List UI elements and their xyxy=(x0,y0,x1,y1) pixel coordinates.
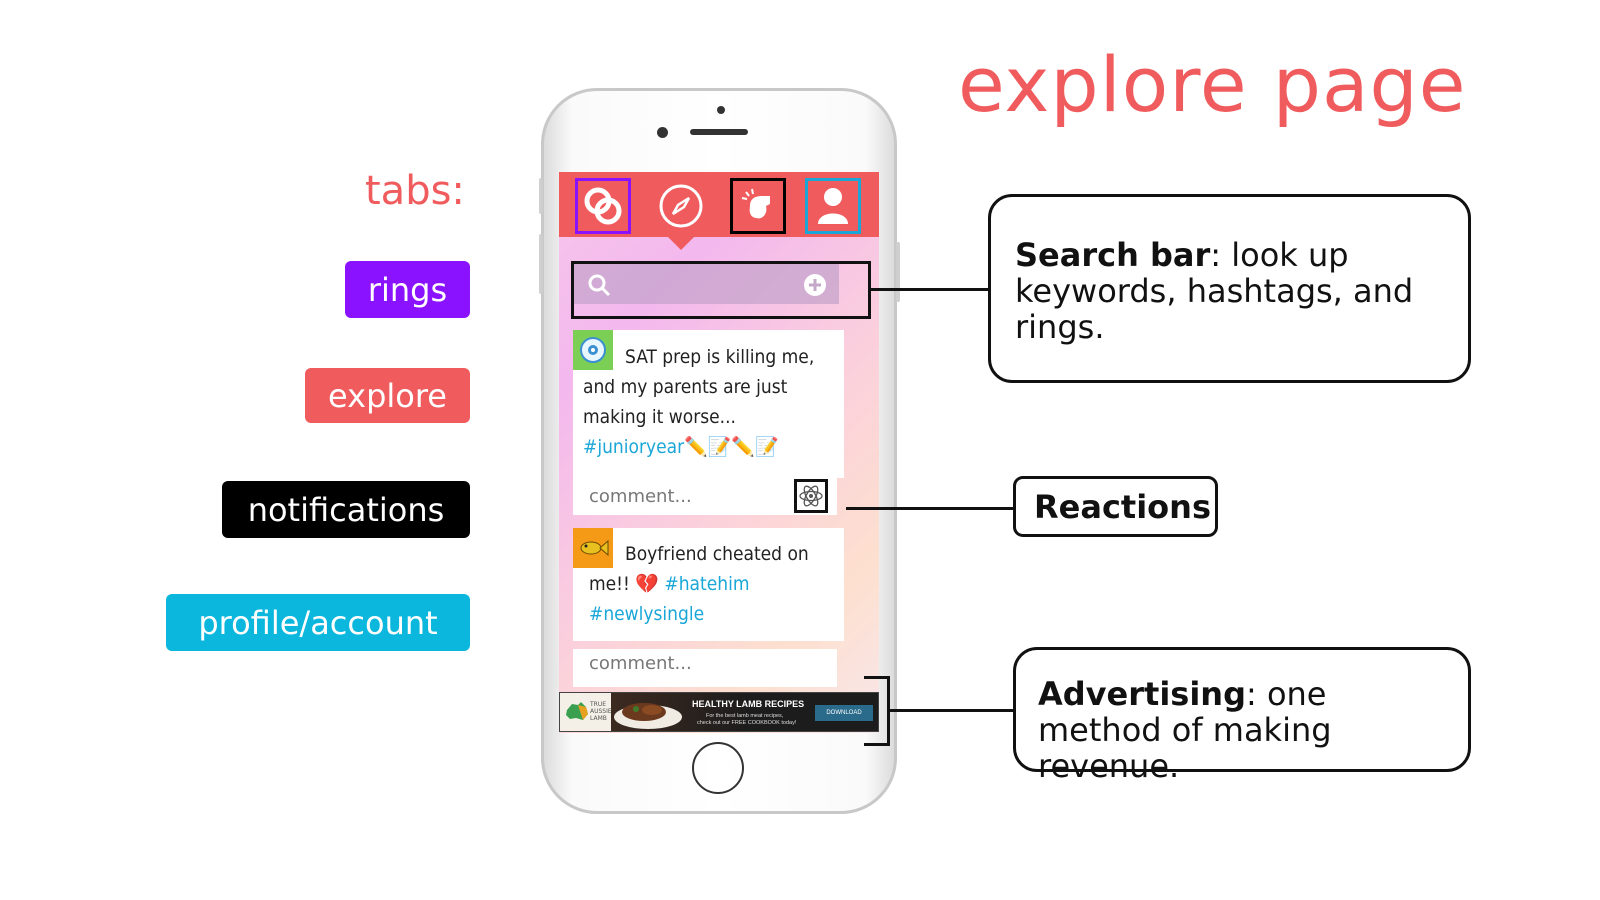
post-text: and my parents are just xyxy=(583,376,788,398)
post-text: me!! 💔 xyxy=(589,573,665,595)
hashtag-link[interactable]: #newlysingle xyxy=(589,603,704,625)
compass-icon xyxy=(659,184,703,228)
profile-icon xyxy=(818,188,848,224)
ad-headline: HEALTHY LAMB RECIPES xyxy=(692,699,805,709)
phone-side-button xyxy=(539,234,543,294)
phone-sensor xyxy=(717,106,725,114)
post-emoji: ✏️📝✏️📝 xyxy=(684,436,779,458)
connector-line xyxy=(846,507,1014,510)
comment-placeholder: comment... xyxy=(589,485,692,507)
tab-bar xyxy=(559,172,879,237)
reactions-callout: Reactions xyxy=(1013,476,1218,537)
post-hashtag-line: #junioryear✏️📝✏️📝 xyxy=(583,432,779,462)
phone-camera xyxy=(657,127,668,138)
phone-speaker xyxy=(690,129,748,135)
advertising-callout: Advertising: one method of making revenu… xyxy=(1013,647,1471,784)
post-hashtag-line: #newlysingle xyxy=(589,599,704,629)
tab-notifications[interactable] xyxy=(730,178,786,234)
callout-bold: Search bar xyxy=(1015,236,1211,274)
whistle-icon xyxy=(741,188,770,219)
comment-input[interactable]: comment... xyxy=(573,649,837,687)
rings-icon xyxy=(584,187,622,225)
comment-placeholder: comment... xyxy=(589,653,692,674)
ad-brand: TRUE AUSSIE LAMB xyxy=(590,701,612,722)
fish-avatar xyxy=(573,528,613,568)
ad-subline: check out our FREE COOKBOOK today! xyxy=(697,720,797,726)
atom-icon xyxy=(799,485,823,507)
search-bar-callout: Search bar: look up keywords, hashtags, … xyxy=(988,194,1471,383)
active-tab-indicator xyxy=(667,236,695,250)
food-image xyxy=(614,703,682,729)
ad-bracket xyxy=(864,743,890,746)
hashtag-link[interactable]: #hatehim xyxy=(664,573,749,595)
tab-explore[interactable] xyxy=(653,178,709,234)
tab-rings[interactable] xyxy=(575,178,631,234)
ad-subline: For the best lamb meat recipes, xyxy=(706,713,784,719)
legend-rings: rings xyxy=(345,261,470,318)
phone-side-button xyxy=(539,178,543,214)
australia-map-icon xyxy=(566,702,588,720)
connector-line xyxy=(890,709,1014,712)
post-text-line: me!! 💔 #hatehim xyxy=(589,569,749,599)
reactions-button[interactable] xyxy=(794,479,828,513)
home-button[interactable] xyxy=(692,742,744,794)
legend-profile-account: profile/account xyxy=(166,594,470,651)
phone-side-button xyxy=(896,242,900,302)
ad-banner[interactable]: TRUE AUSSIE LAMB HEALTHY LAMB RECIPES Fo… xyxy=(559,692,879,732)
legend-explore: explore xyxy=(305,368,470,423)
legend-notifications: notifications xyxy=(222,481,470,538)
ad-download-button[interactable]: DOWNLOAD xyxy=(815,705,873,721)
callout-bold: Reactions xyxy=(1034,487,1211,526)
post-text: Boyfriend cheated on xyxy=(625,543,809,565)
search-highlight xyxy=(571,261,871,319)
page-title: explore page xyxy=(958,40,1467,129)
post-text: SAT prep is killing me, xyxy=(625,346,815,368)
connector-line xyxy=(871,288,989,291)
hashtag-link[interactable]: #junioryear xyxy=(583,436,684,458)
callout-bold: Advertising xyxy=(1038,675,1246,713)
post-text: making it worse... xyxy=(583,406,736,428)
tab-profile[interactable] xyxy=(805,178,861,234)
phone-screen: SAT prep is killing me, and my parents a… xyxy=(559,172,879,733)
tabs-heading: tabs: xyxy=(365,168,465,214)
eyeball-avatar xyxy=(573,330,613,370)
